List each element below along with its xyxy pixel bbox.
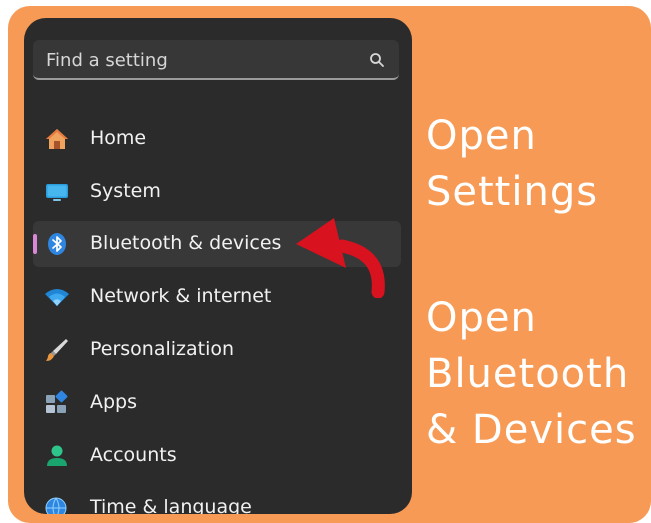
selection-indicator (33, 234, 37, 254)
search-input[interactable]: Find a setting (33, 40, 399, 80)
globe-clock-icon (45, 497, 67, 514)
brush-icon (46, 339, 68, 361)
sidebar-item-time-language[interactable]: Time & language (33, 485, 401, 514)
sidebar-item-personalization[interactable]: Personalization (33, 327, 401, 373)
instruction-line: Open (426, 113, 537, 159)
search-placeholder: Find a setting (46, 50, 168, 71)
instruction-line: & Devices (426, 407, 637, 453)
sidebar-item-label: Accounts (90, 444, 177, 466)
sidebar-item-apps[interactable]: Apps (33, 380, 401, 426)
search-icon (370, 53, 384, 67)
sidebar-item-label: Network & internet (90, 285, 272, 307)
instruction-line: Settings (426, 169, 599, 215)
apps-icon (46, 390, 68, 413)
wifi-icon (45, 289, 69, 306)
sidebar-item-label: Personalization (90, 338, 235, 360)
sidebar-item-label: System (90, 180, 161, 202)
instruction-open-settings: Open Settings (426, 108, 598, 220)
sidebar-item-label: Time & language (90, 496, 252, 514)
instruction-line: Bluetooth (426, 351, 630, 397)
person-icon (47, 445, 67, 466)
sidebar-item-label: Apps (90, 391, 138, 413)
monitor-icon (46, 184, 68, 201)
sidebar-item-label: Bluetooth & devices (90, 232, 282, 254)
sidebar-item-label: Home (90, 127, 147, 149)
sidebar-item-accounts[interactable]: Accounts (33, 433, 401, 479)
red-arrow-pointer (296, 218, 385, 298)
sidebar-item-home[interactable]: Home (33, 116, 401, 162)
home-icon (46, 129, 68, 149)
instruction-open-bluetooth: Open Bluetooth & Devices (426, 290, 637, 458)
bluetooth-icon (48, 233, 66, 255)
instruction-line: Open (426, 295, 537, 341)
